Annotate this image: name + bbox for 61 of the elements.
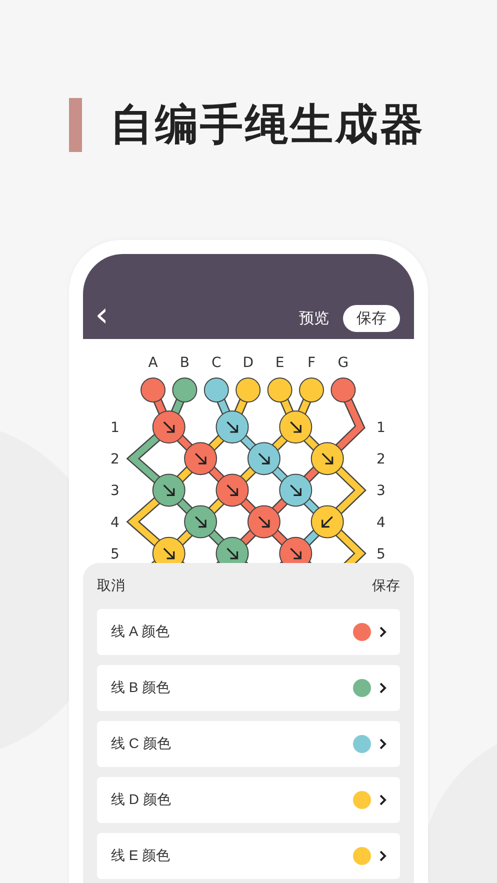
save-button[interactable]: 保存: [372, 577, 400, 595]
knot[interactable]: [216, 410, 249, 444]
preview-button[interactable]: 预览: [299, 309, 329, 332]
title-accent-bar: [69, 98, 82, 152]
row-number: 5: [110, 546, 120, 562]
row-number: 4: [376, 514, 386, 531]
knot[interactable]: [152, 536, 186, 563]
row-number: 3: [110, 483, 120, 500]
knot[interactable]: [279, 536, 312, 563]
row-label: 线 A 颜色: [111, 623, 170, 641]
row-number: 1: [376, 420, 386, 436]
thread-bead[interactable]: [236, 378, 261, 402]
knot[interactable]: [247, 505, 280, 538]
knot[interactable]: [152, 410, 186, 444]
chevron-right-icon: [379, 626, 387, 638]
thread-bead[interactable]: [140, 378, 166, 402]
thread-bead[interactable]: [204, 378, 229, 402]
knot[interactable]: [279, 410, 312, 444]
thread-bead[interactable]: [299, 378, 324, 402]
column-letter: B: [180, 355, 190, 371]
column-letter: F: [307, 355, 316, 371]
knot[interactable]: [310, 442, 344, 476]
cancel-button[interactable]: 取消: [97, 577, 125, 595]
thread-bead[interactable]: [330, 378, 356, 402]
back-button[interactable]: ‹: [91, 302, 113, 332]
column-letter: A: [148, 355, 158, 371]
knot[interactable]: [184, 505, 218, 538]
chevron-right-icon: [379, 682, 387, 694]
row-label: 线 C 颜色: [111, 735, 172, 753]
column-letter: G: [338, 355, 349, 371]
color-setting-row[interactable]: 线 B 颜色: [97, 665, 400, 711]
row-label: 线 B 颜色: [111, 679, 172, 697]
row-label: 线 E 颜色: [111, 847, 172, 865]
color-setting-row[interactable]: 线 A 颜色: [97, 609, 400, 655]
row-number: 2: [376, 452, 386, 468]
row-label: 线 D 颜色: [111, 791, 172, 809]
knot[interactable]: [310, 505, 344, 538]
chevron-right-icon: [379, 850, 387, 862]
knot[interactable]: [184, 442, 218, 476]
knot[interactable]: [216, 474, 249, 507]
color-setting-row[interactable]: 线 C 颜色: [97, 721, 400, 767]
row-number: 4: [110, 514, 120, 531]
color-setting-row[interactable]: 线 D 颜色: [97, 777, 400, 823]
knot[interactable]: [152, 474, 186, 507]
thread-bead[interactable]: [267, 378, 292, 402]
column-letter: D: [242, 355, 254, 371]
chevron-right-icon: [379, 794, 387, 806]
row-number: 5: [376, 546, 386, 562]
column-letter: E: [275, 355, 284, 371]
row-number: 3: [376, 483, 386, 500]
chevron-right-icon: [379, 738, 387, 750]
save-button[interactable]: 保存: [343, 305, 400, 332]
knot[interactable]: [247, 442, 280, 476]
row-number: 2: [110, 452, 120, 468]
thread-bead[interactable]: [172, 378, 198, 402]
row-number: 1: [110, 420, 120, 436]
knot[interactable]: [216, 536, 249, 563]
page-title: 自编手绳生成器: [110, 99, 425, 152]
knot[interactable]: [279, 474, 312, 507]
column-letter: C: [212, 355, 222, 371]
color-setting-row[interactable]: 线 E 颜色: [97, 833, 400, 879]
